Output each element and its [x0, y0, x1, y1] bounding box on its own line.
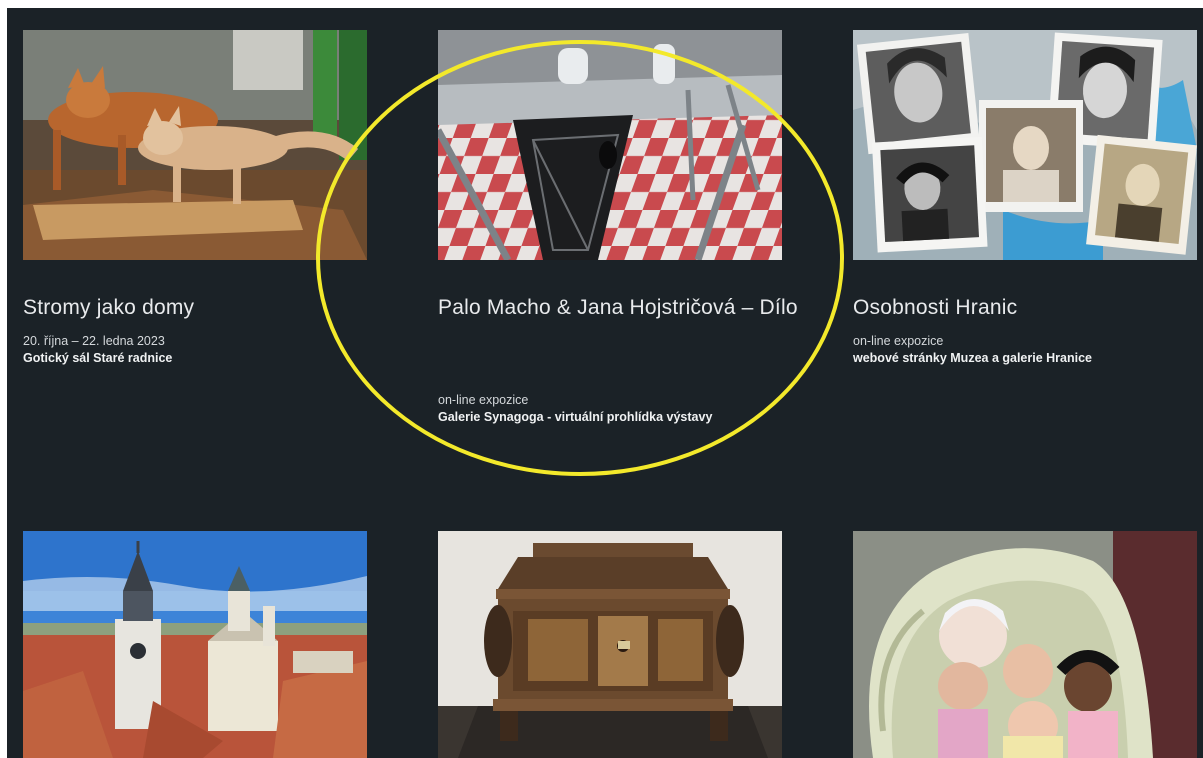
exhibition-card-stromy[interactable]: Stromy jako domy 20. října – 22. ledna 2… [23, 30, 367, 390]
exhibition-date: on-line expozice [438, 393, 529, 407]
dolls-in-pram-photo[interactable] [853, 531, 1197, 758]
exhibition-meta: on-line expozice webové stránky Muzea a … [853, 333, 1203, 367]
wooden-chest-photo[interactable] [438, 531, 782, 758]
glass-showcase-photo[interactable] [438, 30, 782, 260]
exhibition-location: Galerie Synagoga - virtuální prohlídka v… [438, 410, 713, 424]
exhibition-card-palo-macho[interactable]: Palo Macho & Jana Hojstričová – Dílo on-… [438, 30, 798, 430]
exhibition-location: Gotický sál Staré radnice [23, 351, 173, 365]
portrait-photos-collage[interactable] [853, 30, 1197, 260]
fox-taxidermy-photo[interactable] [23, 30, 367, 260]
exhibition-location: webové stránky Muzea a galerie Hranice [853, 351, 1092, 365]
exhibition-title[interactable]: Palo Macho & Jana Hojstričová – Dílo [438, 292, 798, 324]
exhibition-card-osobnosti[interactable]: Osobnosti Hranic on-line expozice webové… [853, 30, 1197, 390]
exhibition-grid: Stromy jako domy 20. října – 22. ledna 2… [7, 8, 1203, 758]
exhibition-title[interactable]: Stromy jako domy [23, 292, 383, 324]
exhibition-title[interactable]: Osobnosti Hranic [853, 292, 1203, 324]
exhibition-date: 20. října – 22. ledna 2023 [23, 334, 165, 348]
exhibition-date: on-line expozice [853, 334, 944, 348]
exhibition-meta: on-line expozice Galerie Synagoga - virt… [438, 392, 798, 426]
exhibition-meta: 20. října – 22. ledna 2023 Gotický sál S… [23, 333, 383, 367]
town-aerial-photo[interactable] [23, 531, 367, 758]
